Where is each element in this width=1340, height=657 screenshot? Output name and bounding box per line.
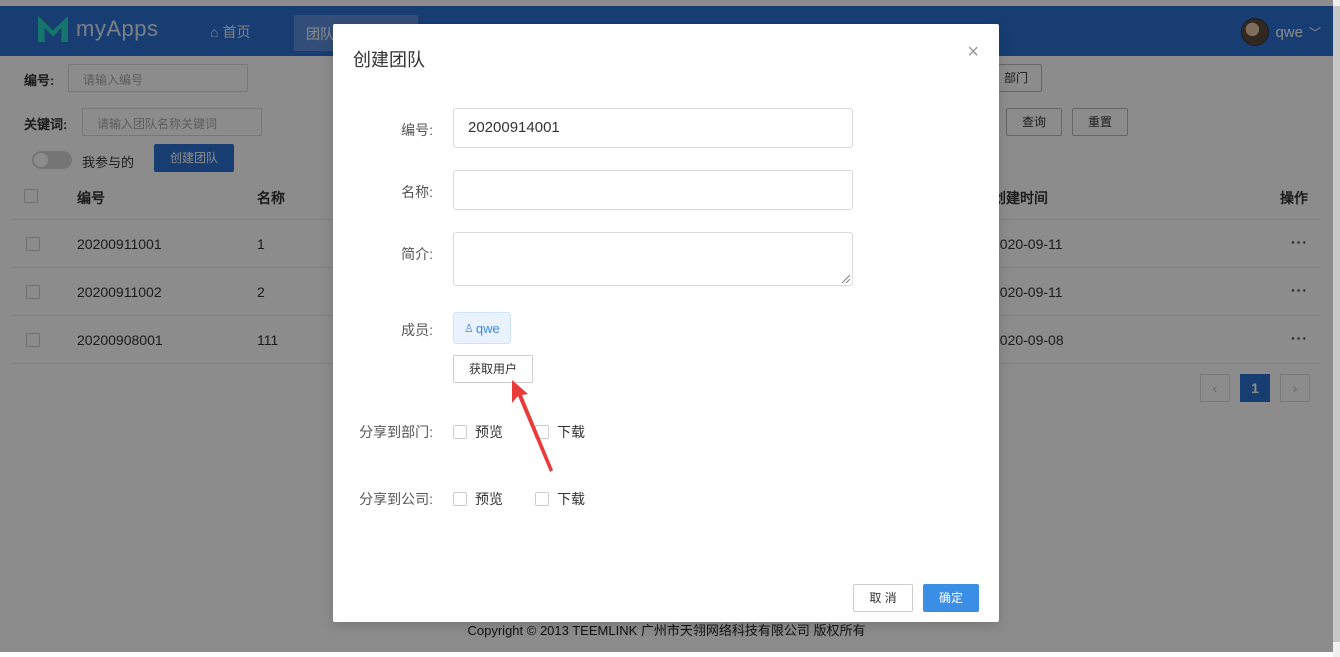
code-field[interactable]: 20200914001 [453,108,853,148]
share-dept-preview[interactable]: 预览 [453,422,503,442]
scrollbar-thumb[interactable] [1333,6,1340,642]
dialog-title: 创建团队 [353,50,425,70]
name-field[interactable] [453,170,853,210]
preview-label: 预览 [475,491,503,507]
scrollbar[interactable] [1333,0,1340,657]
checkbox[interactable] [535,492,549,506]
share-dept-download[interactable]: 下载 [535,422,585,442]
share-company-preview[interactable]: 预览 [453,489,503,509]
download-label: 下载 [557,424,585,440]
preview-label: 预览 [475,424,503,440]
desc-textarea[interactable] [453,232,853,286]
checkbox[interactable] [453,492,467,506]
checkbox[interactable] [453,425,467,439]
download-label: 下载 [557,491,585,507]
share-dept-label: 分享到部门: [359,424,433,440]
close-icon[interactable]: × [967,42,979,62]
member-name: qwe [475,320,500,336]
checkbox[interactable] [535,425,549,439]
share-company-download[interactable]: 下载 [535,489,585,509]
resize-grip-icon[interactable] [842,275,850,283]
share-company-label: 分享到公司: [359,491,433,507]
member-tag[interactable]: ♙ qwe [453,312,511,344]
desc-label: 简介: [401,246,433,262]
create-team-dialog: 创建团队 × 编号: 20200914001 名称: 简介: 成员: ♙ qwe… [333,24,999,622]
confirm-button[interactable]: 确定 [923,584,979,612]
members-label: 成员: [401,322,433,338]
get-users-button[interactable]: 获取用户 [453,355,533,383]
code-label: 编号: [401,122,433,138]
name-label: 名称: [401,184,433,200]
cancel-button[interactable]: 取 消 [853,584,913,612]
user-icon: ♙ [464,322,474,335]
